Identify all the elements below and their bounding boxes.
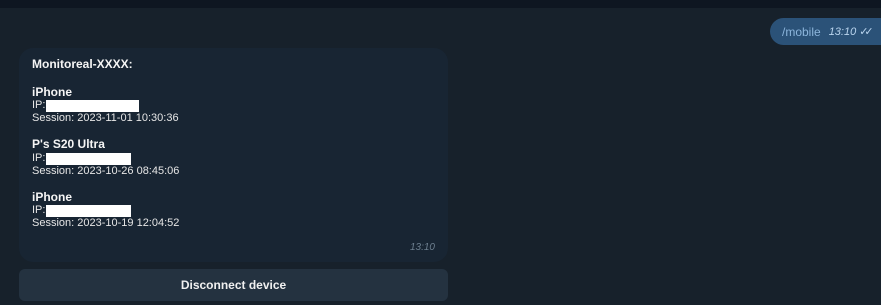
device-session: Session: 2023-11-01 10:30:36 [32,112,179,124]
device-ip-label: IP: [32,99,46,111]
device-name: P's S20 Ultra [32,137,105,151]
redacted-ip-box [46,99,140,112]
device-ip-row: IP: [32,99,435,112]
top-divider [0,0,881,8]
redacted-ip-box [46,204,132,217]
device-entry: iPhone IP: Session: 2023-10-19 12:04:52 [32,191,435,230]
outgoing-message-text[interactable]: /mobile [782,25,821,39]
device-ip-row: IP: [32,151,435,165]
device-entry: P's S20 Ultra IP: Session: 2023-10-26 08… [32,138,435,178]
device-entry: iPhone IP: Session: 2023-11-01 10:30:36 [32,86,435,125]
redacted-ip-box [46,153,132,165]
outgoing-message-time: 13:10 [828,25,857,38]
message-header: Monitoreal-XXXX: [32,57,133,71]
incoming-message-bubble[interactable]: Monitoreal-XXXX: iPhone IP: Session: 202… [19,48,448,262]
double-check-icon: ✓✓ [859,26,874,38]
device-name: iPhone [32,85,73,99]
disconnect-device-button[interactable]: Disconnect device [19,269,448,301]
device-session: Session: 2023-10-26 08:45:06 [32,165,180,177]
device-session: Session: 2023-10-19 12:04:52 [32,217,180,229]
device-ip-row: IP: [32,204,435,217]
incoming-message-time: 13:10 [409,242,435,253]
chat-view: /mobile 13:10 ✓✓ Monitoreal-XXXX: iPhone… [0,0,881,305]
device-name: iPhone [32,190,73,204]
outgoing-message-bubble[interactable]: /mobile 13:10 ✓✓ [770,18,881,45]
device-ip-label: IP: [32,204,46,216]
device-ip-label: IP: [32,151,46,164]
